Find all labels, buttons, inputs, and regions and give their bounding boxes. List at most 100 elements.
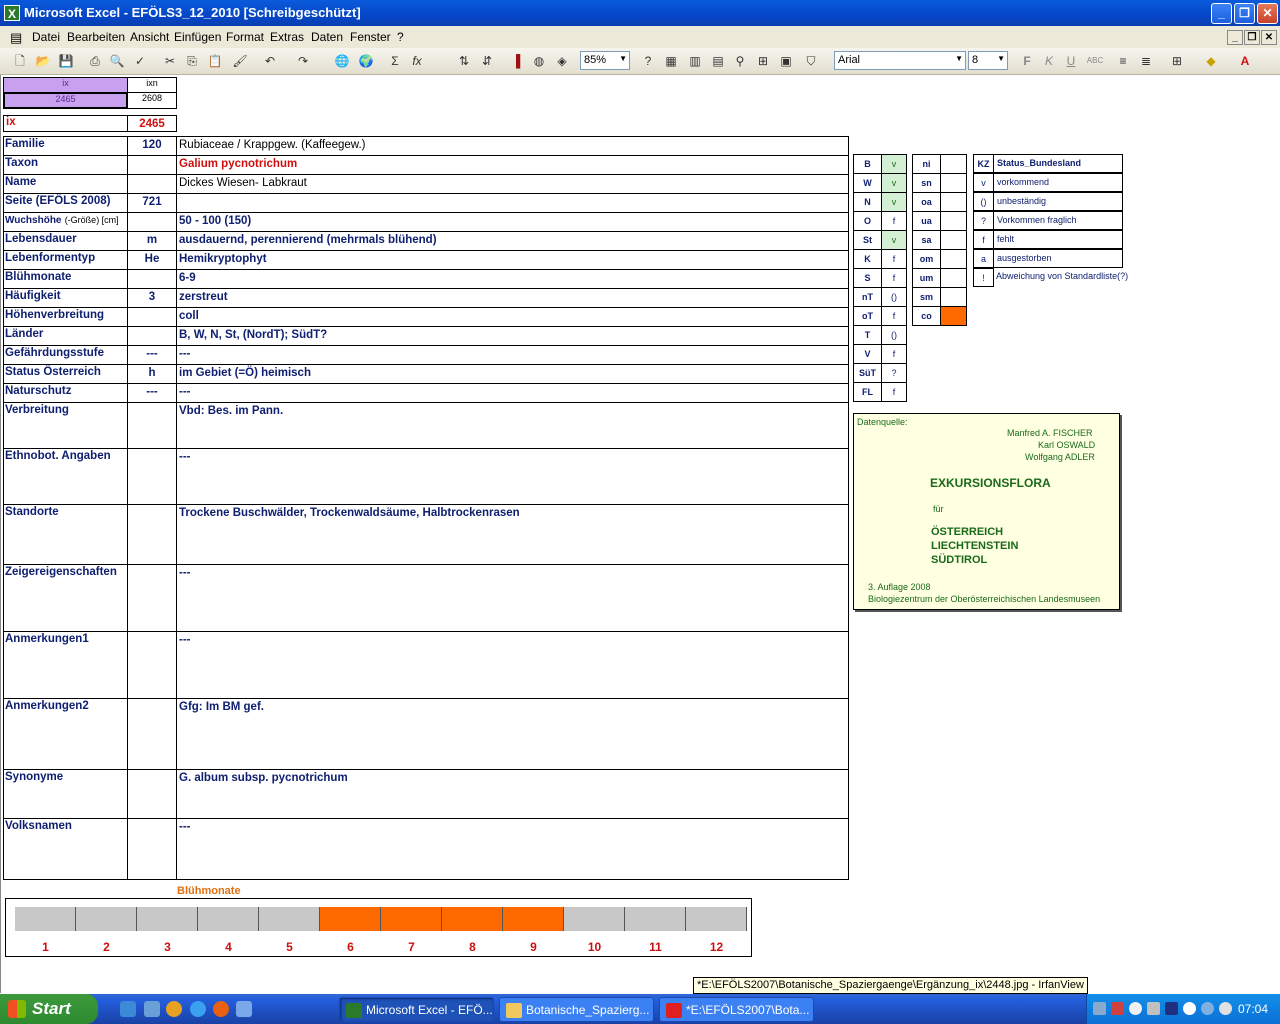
function-icon[interactable]: fx — [408, 52, 426, 70]
tray-update-icon[interactable] — [1219, 1002, 1232, 1015]
zoom-select[interactable]: 85% ▼ — [580, 51, 630, 70]
field-code[interactable]: m — [127, 231, 177, 251]
field-code[interactable]: He — [127, 250, 177, 270]
field-value[interactable]: ausdauernd, perennierend (mehrmals blühe… — [176, 231, 849, 251]
hyperlink-icon[interactable]: 🌐 — [333, 52, 351, 70]
tray-search-icon[interactable] — [1129, 1002, 1142, 1015]
state-status[interactable]: () — [881, 287, 907, 307]
minimize-button[interactable]: _ — [1211, 3, 1232, 24]
field-value[interactable]: coll — [176, 307, 849, 327]
document-icon[interactable]: ▤ — [10, 30, 22, 46]
tray-settings-icon[interactable] — [1147, 1002, 1160, 1015]
font-color-icon[interactable]: A — [1236, 52, 1254, 70]
field-code[interactable] — [127, 631, 177, 699]
field-code[interactable]: 3 — [127, 288, 177, 308]
italic-icon[interactable]: K — [1040, 52, 1058, 70]
start-button[interactable]: Start — [0, 994, 98, 1024]
grid-icon[interactable]: ⊞ — [754, 52, 772, 70]
format-painter-icon[interactable]: 🖌 — [231, 52, 249, 70]
field-code[interactable] — [127, 769, 177, 819]
field-code[interactable] — [127, 155, 177, 175]
altitude-value[interactable] — [940, 192, 967, 212]
field-code[interactable] — [127, 174, 177, 194]
form-icon[interactable]: ▣ — [777, 52, 795, 70]
altitude-value[interactable] — [940, 287, 967, 307]
web-icon[interactable]: 🌍 — [357, 52, 375, 70]
paste-icon[interactable]: 📋 — [206, 52, 224, 70]
altitude-value[interactable] — [940, 211, 967, 231]
copy-icon[interactable]: ⎘ — [183, 52, 201, 70]
field-value[interactable]: zerstreut — [176, 288, 849, 308]
ixn-value-cell[interactable]: 2608 — [127, 92, 177, 109]
state-status[interactable]: f — [881, 344, 907, 364]
field-value[interactable] — [176, 193, 849, 213]
quicklaunch-firefox-icon[interactable] — [213, 1001, 229, 1017]
tray-security-icon[interactable] — [1111, 1002, 1124, 1015]
restore-button[interactable]: ❐ — [1234, 3, 1255, 24]
field-code[interactable] — [127, 564, 177, 632]
autosum-icon[interactable]: Σ — [386, 52, 404, 70]
menu-help[interactable]: ? — [397, 30, 404, 44]
align-left-icon[interactable]: ≡ — [1114, 52, 1132, 70]
spellcheck-icon[interactable]: ✓ — [131, 52, 149, 70]
field-code[interactable] — [127, 818, 177, 880]
close-button[interactable]: ✕ — [1257, 3, 1278, 24]
cut-icon[interactable]: ✂ — [161, 52, 179, 70]
redo-icon[interactable]: ↷ — [294, 52, 312, 70]
sort-descending-icon[interactable]: ⇵ — [478, 52, 496, 70]
menu-fenster[interactable]: Fenster — [350, 30, 391, 44]
field-value[interactable]: G. album subsp. pycnotrichum — [176, 769, 849, 819]
quicklaunch-media-icon[interactable] — [166, 1001, 182, 1017]
field-value[interactable]: Dickes Wiesen- Labkraut — [176, 174, 849, 194]
altitude-value[interactable] — [940, 268, 967, 288]
quicklaunch-ie-icon[interactable] — [190, 1001, 206, 1017]
state-status[interactable]: v — [881, 154, 907, 174]
menu-datei[interactable]: Datei — [32, 30, 60, 44]
altitude-value[interactable] — [940, 306, 967, 326]
binoculars-icon[interactable]: ⚲ — [731, 52, 749, 70]
ix-value-cell[interactable]: 2465 — [3, 92, 128, 109]
calendar-icon[interactable]: ▥ — [686, 52, 704, 70]
field-code[interactable] — [127, 307, 177, 327]
quicklaunch-desktop-icon[interactable] — [120, 1001, 136, 1017]
state-status[interactable]: f — [881, 211, 907, 231]
underline-icon[interactable]: U — [1062, 52, 1080, 70]
field-code[interactable] — [127, 269, 177, 289]
table-icon[interactable]: ▤ — [709, 52, 727, 70]
field-value[interactable]: --- — [176, 448, 849, 505]
field-value[interactable]: --- — [176, 818, 849, 880]
field-code[interactable] — [127, 326, 177, 346]
filter-icon[interactable]: ⛉ — [802, 52, 820, 70]
field-value[interactable]: --- — [176, 564, 849, 632]
state-status[interactable]: v — [881, 173, 907, 193]
field-value[interactable]: B, W, N, St, (NordT); SüdT? — [176, 326, 849, 346]
state-status[interactable]: v — [881, 192, 907, 212]
comment-icon[interactable]: ▦ — [662, 52, 680, 70]
print-icon[interactable]: ⎙ — [86, 52, 104, 70]
field-value[interactable]: 50 - 100 (150) — [176, 212, 849, 232]
doc-close-button[interactable]: ✕ — [1261, 30, 1277, 45]
field-code[interactable] — [127, 698, 177, 770]
quicklaunch-mail-icon[interactable] — [236, 1001, 252, 1017]
field-value[interactable]: --- — [176, 631, 849, 699]
align-center-icon[interactable]: ≣ — [1137, 52, 1155, 70]
doc-restore-button[interactable]: ❐ — [1244, 30, 1260, 45]
field-code[interactable]: --- — [127, 345, 177, 365]
font-size-select[interactable]: 8 ▼ — [968, 51, 1008, 70]
altitude-value[interactable] — [940, 154, 967, 174]
doc-minimize-button[interactable]: _ — [1227, 30, 1243, 45]
altitude-value[interactable] — [940, 230, 967, 250]
tray-volume-icon[interactable] — [1183, 1002, 1196, 1015]
field-value[interactable]: --- — [176, 345, 849, 365]
field-value[interactable]: Rubiaceae / Krappgew. (Kaffeegew.) — [176, 136, 849, 156]
field-value[interactable]: Hemikryptophyt — [176, 250, 849, 270]
field-value[interactable]: 6-9 — [176, 269, 849, 289]
menu-ansicht[interactable]: Ansicht — [130, 30, 169, 44]
bold-icon[interactable]: F — [1018, 52, 1036, 70]
open-icon[interactable]: 📂 — [34, 52, 52, 70]
field-code[interactable] — [127, 212, 177, 232]
new-icon[interactable]: 🗋 — [11, 52, 29, 70]
field-code[interactable]: 721 — [127, 193, 177, 213]
altitude-value[interactable] — [940, 173, 967, 193]
state-status[interactable]: f — [881, 306, 907, 326]
